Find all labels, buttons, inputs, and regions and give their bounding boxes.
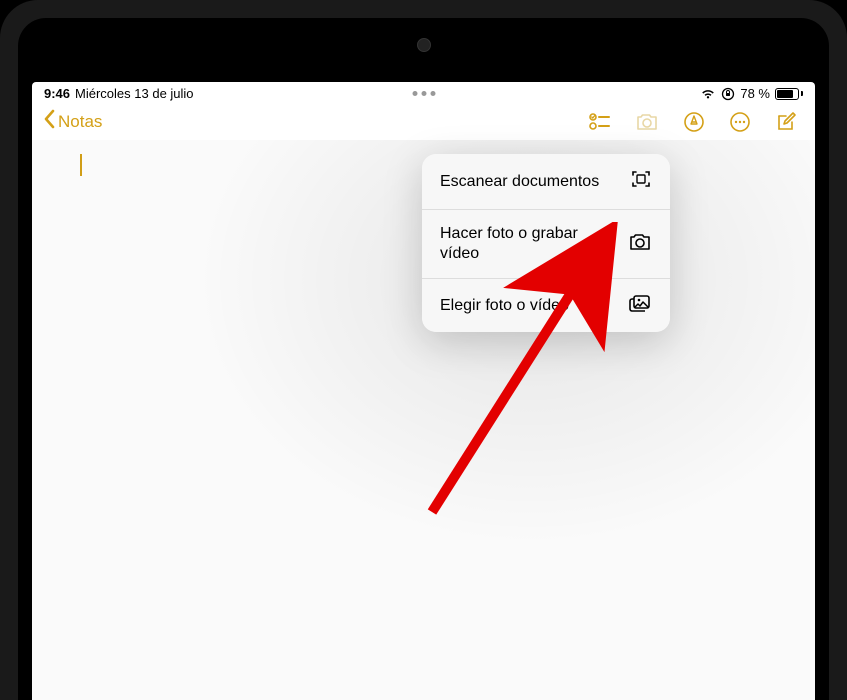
multitask-dots[interactable]: [412, 91, 435, 96]
popover-item-choose-photo[interactable]: Elegir foto o vídeo: [422, 279, 670, 332]
popover-item-take-photo[interactable]: Hacer foto o grabar vídeo: [422, 210, 670, 279]
back-button[interactable]: Notas: [44, 109, 102, 134]
back-label: Notas: [58, 112, 102, 132]
status-date: Miércoles 13 de julio: [75, 86, 194, 101]
orientation-lock-icon: [721, 87, 735, 101]
camera-icon: [628, 232, 652, 257]
checklist-icon[interactable]: [589, 113, 611, 131]
status-bar: 9:46 Miércoles 13 de julio 78 %: [32, 82, 815, 103]
camera-popover: Escanear documentos Hacer foto o grabar …: [422, 154, 670, 332]
status-right: 78 %: [700, 86, 803, 101]
wifi-icon: [700, 88, 716, 100]
ipad-frame: 9:46 Miércoles 13 de julio 78 %: [0, 0, 847, 700]
battery-icon: [775, 88, 803, 100]
scan-icon: [630, 168, 652, 195]
text-cursor: [80, 154, 82, 176]
toolbar-right: [589, 111, 797, 133]
more-icon[interactable]: [729, 111, 751, 133]
chevron-left-icon: [44, 109, 56, 134]
battery-percentage: 78 %: [740, 86, 770, 101]
front-camera: [417, 38, 431, 52]
popover-label: Elegir foto o vídeo: [440, 296, 569, 316]
popover-item-scan[interactable]: Escanear documentos: [422, 154, 670, 210]
status-left: 9:46 Miércoles 13 de julio: [44, 86, 194, 101]
popover-label: Hacer foto o grabar vídeo: [440, 224, 600, 264]
compose-icon[interactable]: [775, 111, 797, 133]
toolbar: Notas: [32, 103, 815, 140]
markup-icon[interactable]: [683, 111, 705, 133]
gallery-icon: [628, 293, 652, 318]
screen: 9:46 Miércoles 13 de julio 78 %: [32, 82, 815, 700]
popover-label: Escanear documentos: [440, 172, 599, 192]
status-time: 9:46: [44, 86, 70, 101]
camera-toolbar-icon[interactable]: [635, 112, 659, 132]
